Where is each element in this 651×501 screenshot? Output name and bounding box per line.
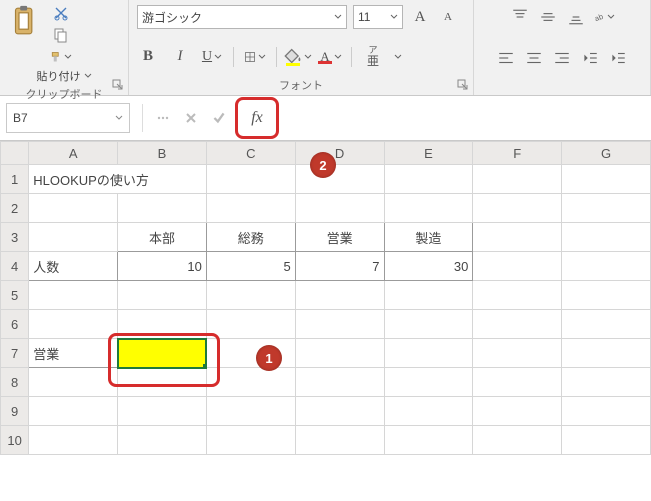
cell[interactable]: 本部	[118, 223, 207, 252]
chevron-down-icon	[390, 14, 398, 20]
align-middle-button[interactable]	[537, 6, 559, 28]
font-group-label: フォント	[137, 75, 465, 93]
col-header[interactable]: F	[473, 142, 562, 165]
cancel-entry-button[interactable]	[177, 104, 205, 132]
align-top-button[interactable]	[509, 6, 531, 28]
cell[interactable]: 5	[206, 252, 295, 281]
row-header[interactable]: 7	[1, 339, 29, 368]
copy-button[interactable]	[50, 26, 72, 44]
col-header[interactable]: E	[384, 142, 473, 165]
name-box-value: B7	[13, 111, 28, 125]
cell[interactable]: 30	[384, 252, 473, 281]
decrease-font-button[interactable]: A	[437, 6, 459, 28]
dialog-launcher-icon[interactable]	[112, 79, 124, 91]
cell[interactable]: 10	[118, 252, 207, 281]
row-header[interactable]: 6	[1, 310, 29, 339]
fb-menu-icon[interactable]	[149, 104, 177, 132]
chevron-down-icon	[334, 14, 342, 20]
name-box[interactable]: B7	[6, 103, 130, 133]
chevron-down-icon	[214, 54, 222, 60]
font-size-select[interactable]: 11	[353, 5, 403, 29]
cell[interactable]: 製造	[384, 223, 473, 252]
dialog-launcher-icon[interactable]	[457, 79, 469, 91]
align-left-button[interactable]	[495, 47, 517, 69]
borders-button[interactable]	[244, 46, 266, 68]
cell[interactable]: 7	[295, 252, 384, 281]
align-right-button[interactable]	[551, 47, 573, 69]
row-header[interactable]: 8	[1, 368, 29, 397]
align-center-button[interactable]	[523, 47, 545, 69]
cell[interactable]: 人数	[29, 252, 118, 281]
format-painter-button[interactable]	[50, 48, 72, 66]
chevron-down-icon[interactable]	[84, 73, 92, 79]
col-header[interactable]: G	[562, 142, 651, 165]
row-header[interactable]: 10	[1, 426, 29, 455]
confirm-entry-button[interactable]	[205, 104, 233, 132]
chevron-down-icon	[334, 54, 342, 60]
fill-color-button[interactable]	[287, 46, 309, 68]
cell[interactable]: 営業	[29, 339, 118, 368]
chevron-down-icon	[64, 54, 72, 60]
insert-function-button[interactable]: fx	[235, 97, 279, 139]
font-size-value: 11	[358, 10, 370, 24]
underline-button[interactable]: U	[201, 46, 223, 68]
clipboard-group-label: クリップボード	[8, 84, 120, 102]
row-header[interactable]: 3	[1, 223, 29, 252]
row-header[interactable]: 9	[1, 397, 29, 426]
chevron-down-icon[interactable]	[394, 54, 402, 60]
fx-icon: fx	[251, 109, 263, 127]
cell[interactable]: 営業	[295, 223, 384, 252]
row-header[interactable]: 1	[1, 165, 29, 194]
col-header[interactable]: C	[206, 142, 295, 165]
annotation-badge: 2	[310, 152, 336, 178]
increase-indent-button[interactable]	[607, 47, 629, 69]
orientation-button[interactable]: ab	[593, 6, 615, 28]
bold-button[interactable]: B	[137, 46, 159, 68]
col-header[interactable]: B	[118, 142, 207, 165]
font-color-button[interactable]: A	[319, 46, 341, 68]
row-header[interactable]: 5	[1, 281, 29, 310]
chevron-down-icon	[258, 54, 266, 60]
annotation-badge: 1	[256, 345, 282, 371]
decrease-indent-button[interactable]	[579, 47, 601, 69]
paste-button[interactable]	[8, 4, 44, 48]
paste-label: 貼り付け	[37, 68, 81, 84]
select-all-corner[interactable]	[1, 142, 29, 165]
italic-button[interactable]: I	[169, 46, 191, 68]
spreadsheet-grid[interactable]: A B C D E F G 1 HLOOKUPの使い方 2 3 本部 総務	[0, 141, 651, 455]
svg-text:ab: ab	[593, 12, 604, 23]
font-name-value: 游ゴシック	[142, 9, 202, 26]
font-name-select[interactable]: 游ゴシック	[137, 5, 347, 29]
phonetic-guide-button[interactable]: ア亜	[362, 46, 384, 68]
cell[interactable]: HLOOKUPの使い方	[29, 165, 207, 194]
cut-button[interactable]	[50, 4, 72, 22]
cell[interactable]: 総務	[206, 223, 295, 252]
chevron-down-icon	[115, 115, 123, 121]
row-header[interactable]: 4	[1, 252, 29, 281]
fill-color-swatch	[286, 63, 300, 66]
row-header[interactable]: 2	[1, 194, 29, 223]
font-color-swatch	[318, 61, 332, 64]
chevron-down-icon	[304, 54, 312, 60]
col-header[interactable]: D	[295, 142, 384, 165]
annotation-ring	[108, 333, 220, 387]
align-bottom-button[interactable]	[565, 6, 587, 28]
increase-font-button[interactable]: A	[409, 6, 431, 28]
col-header[interactable]: A	[29, 142, 118, 165]
